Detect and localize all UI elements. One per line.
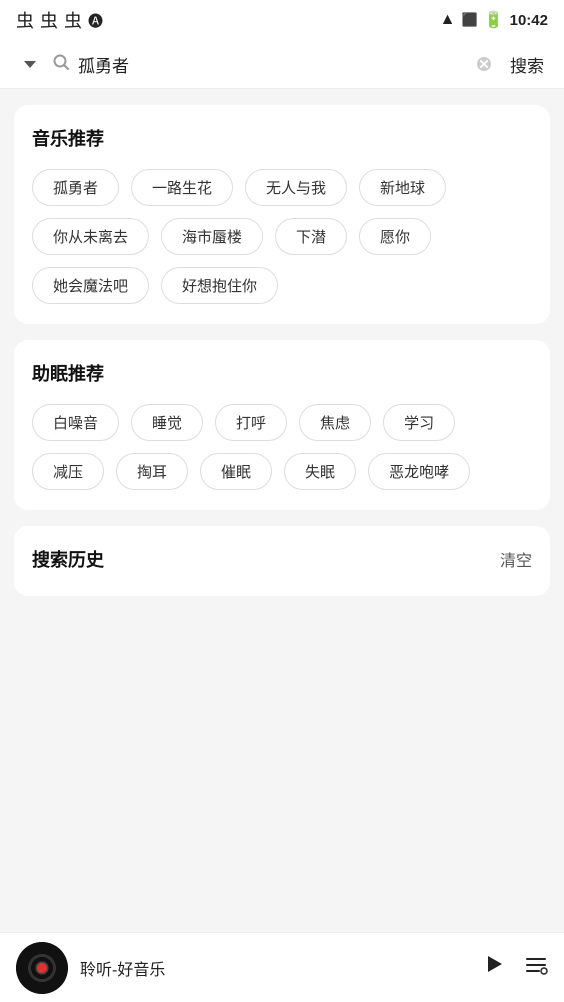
app-icon-1: 虫 (16, 7, 34, 33)
sleep-tag[interactable]: 睡觉 (131, 404, 203, 441)
app-icon-3: 虫 (64, 7, 82, 33)
status-bar: 虫 虫 虫 🅐 ▲ ⬛ 🔋 10:42 (0, 0, 564, 40)
player-controls (482, 952, 548, 983)
sleep-tag[interactable]: 焦虑 (299, 404, 371, 441)
music-tag[interactable]: 好想抱住你 (161, 267, 278, 304)
music-tag[interactable]: 愿你 (359, 218, 431, 255)
player-title: 聆听-好音乐 (80, 956, 470, 980)
sleep-tag[interactable]: 催眠 (200, 453, 272, 490)
music-tags-grid: 孤勇者 一路生花 无人与我 新地球 你从未离去 海市蜃楼 下潜 愿你 她会魔法吧… (32, 169, 532, 304)
clock: 10:42 (510, 12, 548, 29)
music-tag[interactable]: 孤勇者 (32, 169, 119, 206)
music-tag[interactable]: 你从未离去 (32, 218, 149, 255)
search-button[interactable]: 搜索 (506, 52, 548, 77)
history-header: 搜索历史 清空 (32, 546, 532, 572)
sleep-tag[interactable]: 掏耳 (116, 453, 188, 490)
music-tag[interactable]: 海市蜃楼 (161, 218, 263, 255)
sleep-tag[interactable]: 打呼 (215, 404, 287, 441)
status-icons: 虫 虫 虫 🅐 (16, 7, 103, 33)
search-dropdown-button[interactable] (16, 50, 44, 78)
vinyl-record (16, 942, 68, 994)
sleep-tag[interactable]: 恶龙咆哮 (368, 453, 470, 490)
sleep-recommendations-section: 助眠推荐 白噪音 睡觉 打呼 焦虑 学习 减压 掏耳 催眠 失眠 恶龙咆哮 (14, 340, 550, 510)
music-tag[interactable]: 一路生花 (131, 169, 233, 206)
clear-history-button[interactable]: 清空 (500, 547, 532, 571)
status-right: ▲ ⬛ 🔋 10:42 (440, 10, 548, 30)
player-thumbnail[interactable] (16, 942, 68, 994)
sleep-tag[interactable]: 白噪音 (32, 404, 119, 441)
play-button[interactable] (482, 952, 506, 983)
music-recommendations-section: 音乐推荐 孤勇者 一路生花 无人与我 新地球 你从未离去 海市蜃楼 下潜 愿你 … (14, 105, 550, 324)
vinyl-center (37, 963, 47, 973)
history-title: 搜索历史 (32, 546, 104, 572)
search-clear-button[interactable] (470, 50, 498, 78)
search-input[interactable] (78, 54, 462, 74)
battery-icon: 🔋 (484, 10, 504, 30)
music-section-title: 音乐推荐 (32, 125, 532, 151)
search-bar: 搜索 (0, 40, 564, 89)
search-history-section: 搜索历史 清空 (14, 526, 550, 596)
sleep-section-title: 助眠推荐 (32, 360, 532, 386)
music-tag[interactable]: 下潜 (275, 218, 347, 255)
signal-icon: ⬛ (462, 12, 478, 28)
app-icon-2: 虫 (40, 7, 58, 33)
app-icon-4: 🅐 (88, 10, 103, 31)
wifi-icon: ▲ (440, 11, 456, 29)
player-bar: 聆听-好音乐 (0, 932, 564, 1002)
sleep-tag[interactable]: 学习 (383, 404, 455, 441)
playlist-button[interactable] (524, 953, 548, 983)
chevron-down-icon (21, 55, 39, 73)
music-tag[interactable]: 新地球 (359, 169, 446, 206)
sleep-tags-grid: 白噪音 睡觉 打呼 焦虑 学习 减压 掏耳 催眠 失眠 恶龙咆哮 (32, 404, 532, 490)
sleep-tag[interactable]: 失眠 (284, 453, 356, 490)
main-content: 音乐推荐 孤勇者 一路生花 无人与我 新地球 你从未离去 海市蜃楼 下潜 愿你 … (0, 89, 564, 612)
sleep-tag[interactable]: 减压 (32, 453, 104, 490)
search-icon (52, 53, 70, 76)
music-tag[interactable]: 她会魔法吧 (32, 267, 149, 304)
music-tag[interactable]: 无人与我 (245, 169, 347, 206)
